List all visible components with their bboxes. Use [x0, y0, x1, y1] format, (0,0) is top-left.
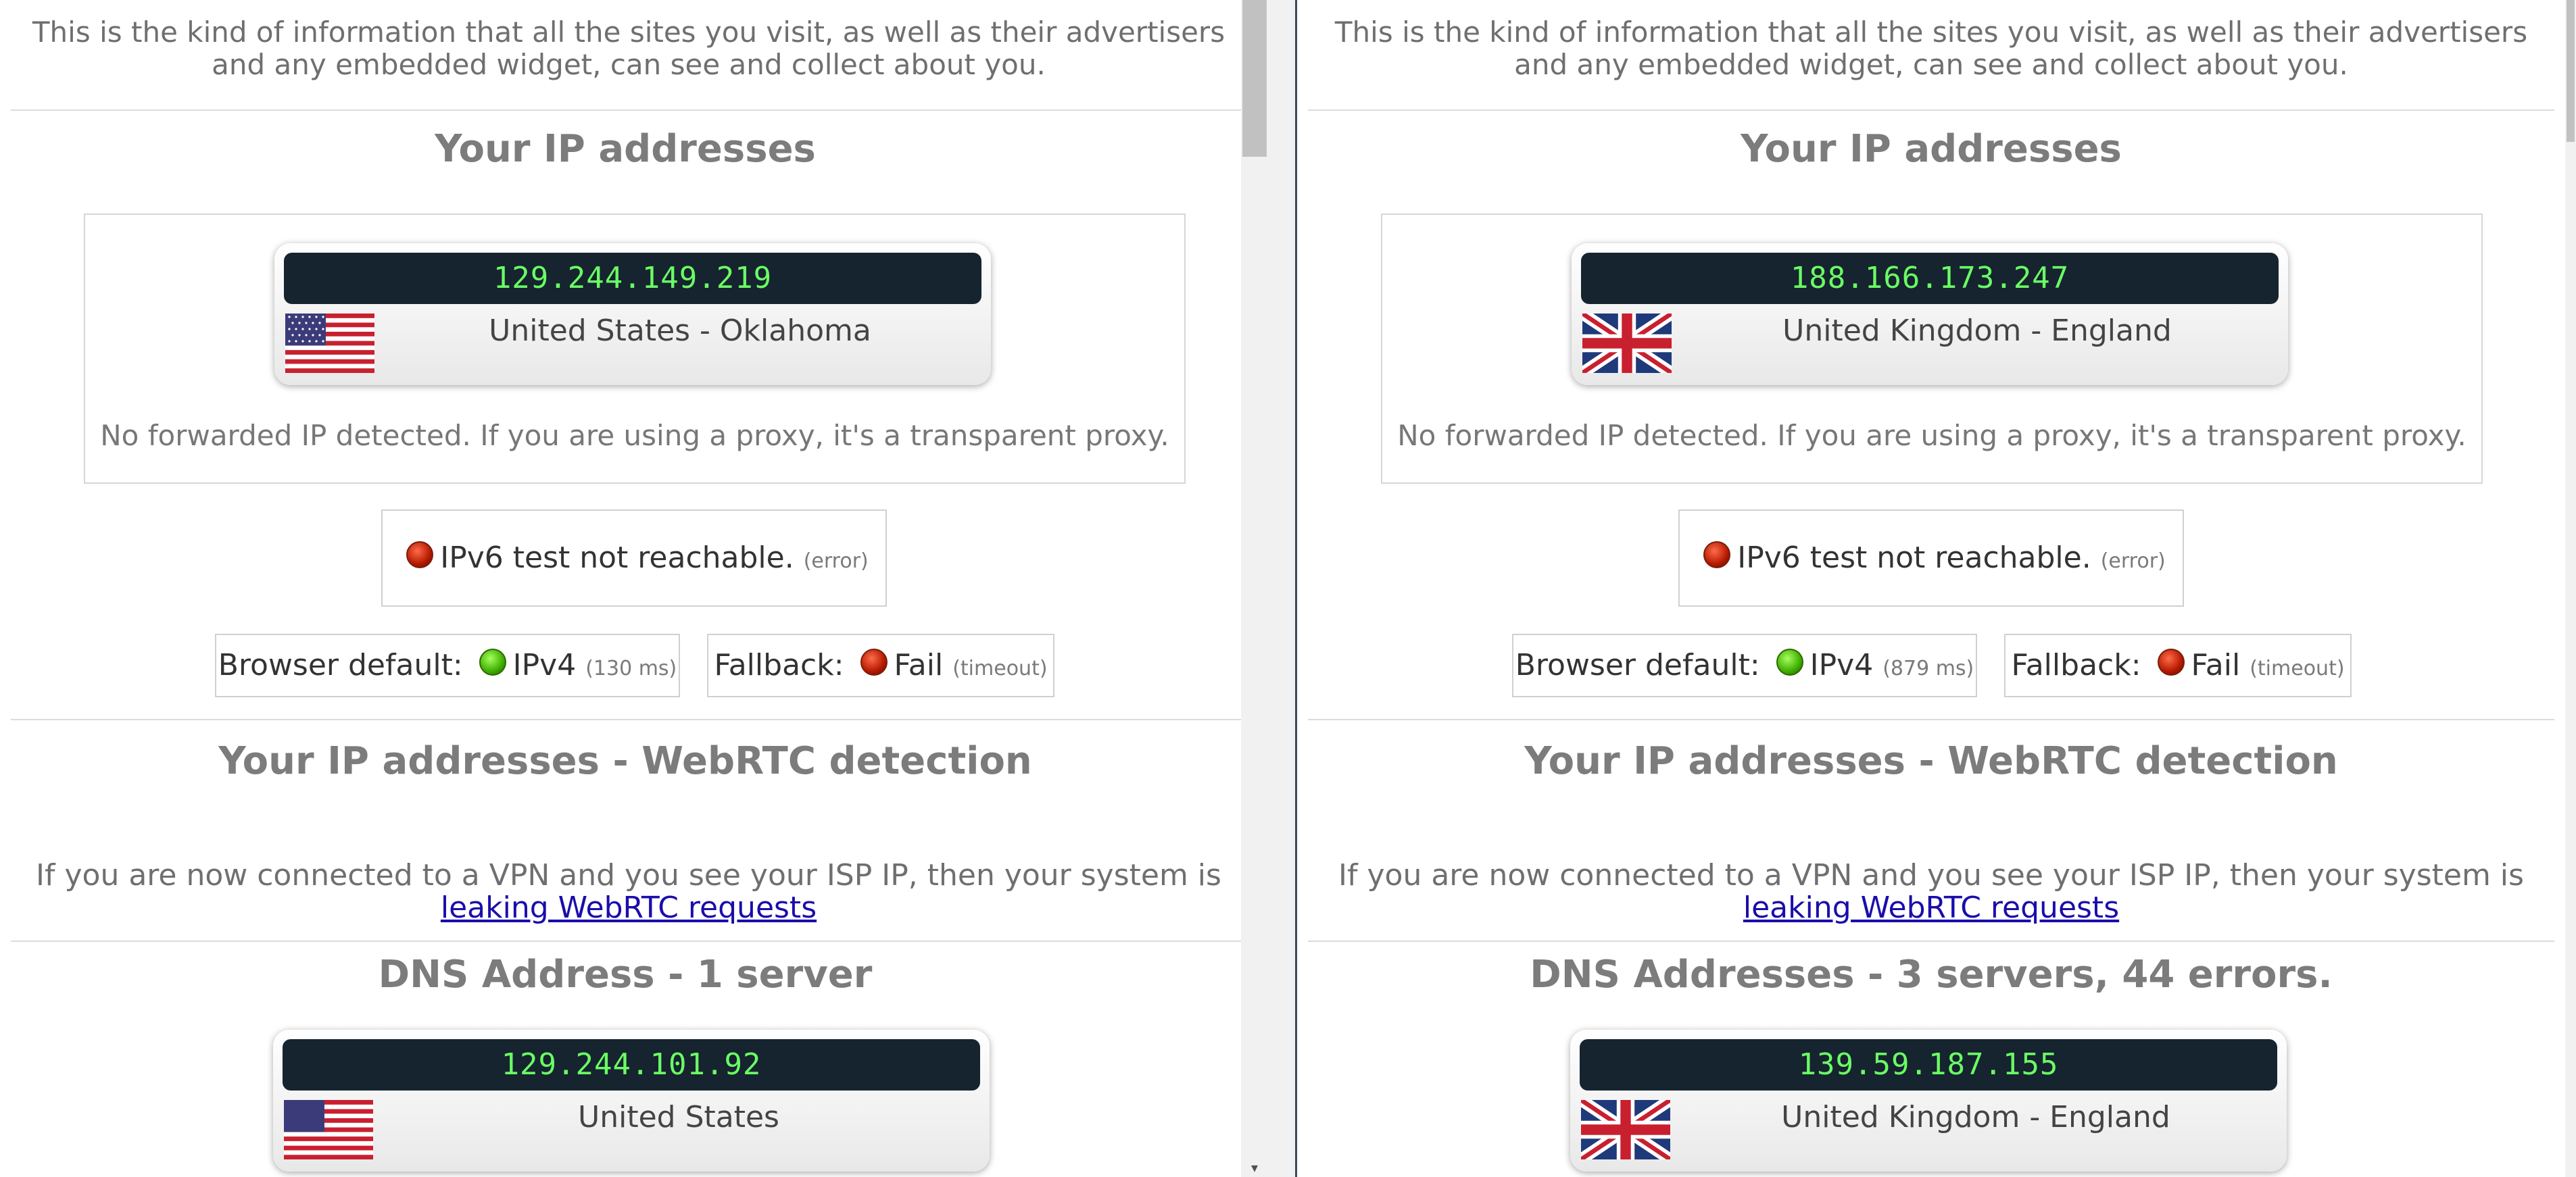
vertical-scrollbar[interactable]: ▾ [1241, 0, 1268, 1177]
webrtc-heading: Your IP addresses - WebRTC detection [218, 739, 1032, 783]
us-flag-icon [284, 1100, 373, 1159]
ipv6-status-box: IPv6 test not reachable. (error) [381, 509, 887, 607]
ip-box: 129.244.149.219 United States - Oklahoma… [84, 214, 1186, 484]
ip-card: 188.166.173.247 United Kingdom - England [1572, 243, 2288, 385]
ip-location: United States - Oklahoma [489, 314, 871, 348]
ip-heading: Your IP addresses [1741, 127, 2122, 171]
success-indicator-icon [1776, 649, 1803, 676]
leaking-webrtc-link[interactable]: leaking WebRTC requests [441, 891, 817, 925]
browser-default-value: IPv4 [512, 648, 577, 682]
right-browser-pane: This is the kind of information that all… [1297, 0, 2576, 1177]
leaking-webrtc-link[interactable]: leaking WebRTC requests [1743, 891, 2119, 925]
dns-location: United Kingdom - England [1781, 1100, 2170, 1134]
error-indicator-icon [406, 541, 434, 568]
scrollbar-thumb[interactable] [1242, 0, 1267, 157]
ip-address: 188.166.173.247 [1581, 253, 2279, 304]
scroll-down-arrow-icon[interactable]: ▾ [1241, 1159, 1268, 1176]
scrollbar-thumb[interactable] [2567, 0, 2575, 142]
error-indicator-icon [2157, 649, 2185, 676]
pane-divider [1268, 0, 1297, 1177]
dns-heading: DNS Addresses - 3 servers, 44 errors. [1530, 953, 2333, 997]
dns-card: 139.59.187.155 United Kingdom - England [1570, 1030, 2287, 1172]
ipv6-text: IPv6 test not reachable. [440, 541, 794, 575]
ip-location: United Kingdom - England [1782, 314, 2172, 348]
webrtc-heading: Your IP addresses - WebRTC detection [1524, 739, 2338, 783]
browser-default-value: IPv4 [1809, 648, 1874, 682]
fallback-box: Fallback: Fail (timeout) [707, 634, 1054, 697]
dns-card: 129.244.101.92 United States [273, 1030, 990, 1172]
left-browser-pane: This is the kind of information that all… [0, 0, 1268, 1177]
ipv6-status: (error) [2100, 549, 2166, 573]
webrtc-note-text: If you are now connected to a VPN and yo… [1338, 858, 2524, 893]
fallback-label: Fallback: [2011, 648, 2141, 682]
browser-default-label: Browser default: [1515, 648, 1760, 682]
divider [1308, 941, 2554, 942]
webrtc-note: If you are now connected to a VPN and yo… [1317, 859, 2545, 924]
dns-ip-address: 139.59.187.155 [1580, 1039, 2277, 1091]
divider [11, 719, 1246, 720]
divider [11, 109, 1246, 111]
dns-heading: DNS Address - 1 server [378, 953, 873, 997]
divider [11, 941, 1246, 942]
intro-text: This is the kind of information that all… [1334, 16, 2528, 81]
ip-heading: Your IP addresses [435, 127, 816, 171]
uk-flag-icon [1581, 1100, 1670, 1159]
ip-box: 188.166.173.247 United Kingdom - England… [1381, 214, 2483, 484]
intro-text: This is the kind of information that all… [32, 16, 1225, 81]
divider [1308, 109, 2554, 111]
fallback-box: Fallback: Fail (timeout) [2004, 634, 2352, 697]
vertical-scrollbar[interactable] [2565, 0, 2576, 1177]
ipv6-status: (error) [803, 549, 869, 573]
error-indicator-icon [860, 649, 888, 676]
ipv6-text: IPv6 test not reachable. [1737, 541, 2091, 575]
browser-default-time: (130 ms) [585, 657, 677, 680]
webrtc-note: If you are now connected to a VPN and yo… [20, 859, 1237, 924]
browser-default-box: Browser default: IPv4 (130 ms) [215, 634, 680, 697]
ip-address: 129.244.149.219 [284, 253, 981, 304]
forwarded-ip-note: No forwarded IP detected. If you are usi… [100, 419, 1169, 452]
browser-default-box: Browser default: IPv4 (879 ms) [1512, 634, 1977, 697]
forwarded-ip-note: No forwarded IP detected. If you are usi… [1397, 419, 2466, 452]
webrtc-note-text: If you are now connected to a VPN and yo… [36, 858, 1221, 893]
divider [1308, 719, 2554, 720]
browser-default-time: (879 ms) [1882, 657, 1974, 680]
dns-location: United States [578, 1100, 779, 1134]
uk-flag-icon [1582, 314, 1672, 373]
fallback-status: (timeout) [952, 657, 1048, 680]
browser-default-label: Browser default: [218, 648, 463, 682]
fallback-value: Fail [2191, 648, 2241, 682]
ip-card: 129.244.149.219 United States - Oklahoma [274, 243, 991, 385]
error-indicator-icon [1703, 541, 1731, 568]
dns-ip-address: 129.244.101.92 [283, 1039, 980, 1091]
fallback-status: (timeout) [2250, 657, 2345, 680]
ipv6-status-box: IPv6 test not reachable. (error) [1678, 509, 2184, 607]
us-flag-icon [285, 314, 374, 373]
success-indicator-icon [479, 649, 506, 676]
fallback-value: Fail [894, 648, 944, 682]
fallback-label: Fallback: [714, 648, 844, 682]
